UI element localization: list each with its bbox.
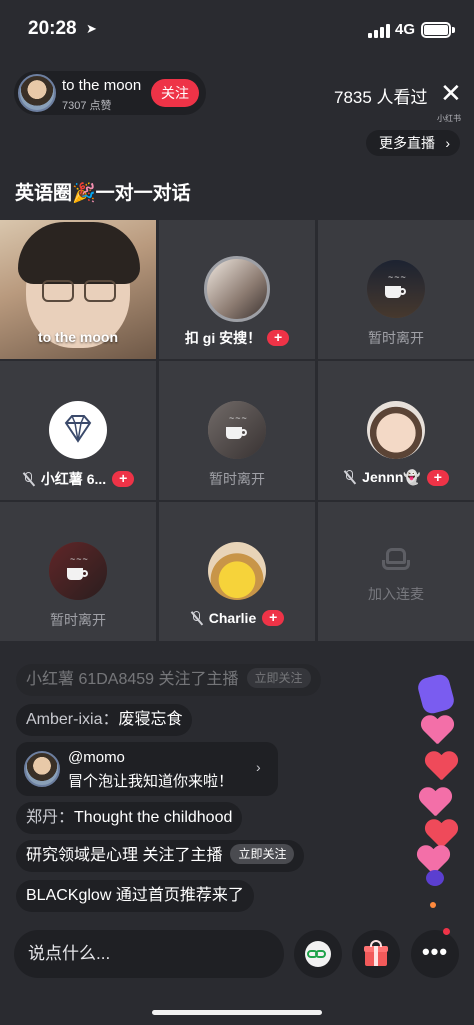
seat-avatar: ~~~ bbox=[49, 542, 107, 600]
link-icon bbox=[305, 941, 331, 967]
seat-host-video[interactable]: to the moon bbox=[0, 220, 156, 359]
coffee-cup-icon: ~~~ bbox=[67, 554, 89, 580]
host-name: to the moon bbox=[62, 77, 142, 94]
sofa-icon bbox=[382, 546, 410, 572]
room-title: 英语圈🎉一对一对话 bbox=[15, 183, 191, 204]
seat-5[interactable]: ~~~ 暂时离开 bbox=[159, 361, 315, 500]
chat-message: BLACKglow 通过首页推荐来了 bbox=[16, 880, 254, 912]
invite-card[interactable]: @momo 冒个泡让我知道你来啦！ › bbox=[16, 742, 278, 796]
chat-username[interactable]: Amber-ixia： bbox=[26, 711, 118, 728]
seat-label: Charlie bbox=[208, 610, 257, 626]
follow-now-chip[interactable]: 立即关注 bbox=[246, 668, 311, 688]
signal-icon bbox=[368, 24, 390, 38]
chat-message: Amber-ixia：废寝忘食 bbox=[16, 704, 193, 736]
seat-8[interactable]: Charlie + bbox=[159, 502, 315, 641]
chat-text: Thought the childhood bbox=[74, 809, 233, 826]
host-likes: 7307 点赞 bbox=[62, 100, 112, 112]
card-title: @momo bbox=[68, 749, 125, 766]
more-live-label: 更多直播 bbox=[379, 135, 435, 151]
seat-7[interactable]: ~~~ 暂时离开 bbox=[0, 502, 156, 641]
host-video-glasses bbox=[42, 280, 118, 304]
host-video-hair bbox=[18, 222, 140, 284]
chevron-right-icon: › bbox=[445, 135, 450, 151]
gift-icon bbox=[364, 940, 388, 966]
seat-avatar bbox=[367, 401, 425, 459]
chat-text: 废寝忘食 bbox=[118, 711, 183, 728]
chat-username[interactable]: 郑丹： bbox=[26, 809, 74, 826]
close-icon[interactable]: ✕ bbox=[440, 80, 462, 106]
chat-message: 郑丹：Thought the childhood bbox=[16, 802, 243, 834]
chat-message: 研究领域是心理 关注了主播 立即关注 bbox=[16, 840, 305, 872]
battery-tip bbox=[452, 27, 455, 33]
seat-2[interactable]: 扣 gi 安搜！ + bbox=[159, 220, 315, 359]
seat-6[interactable]: Jennn👻 + bbox=[318, 361, 474, 500]
sticker-blob-icon bbox=[426, 870, 444, 886]
add-friend-badge[interactable]: + bbox=[262, 610, 285, 626]
seat-avatar bbox=[208, 542, 266, 600]
add-friend-badge[interactable]: + bbox=[426, 469, 449, 486]
comment-input[interactable]: 说点什么... bbox=[14, 930, 284, 978]
coffee-cup-icon: ~~~ bbox=[385, 272, 407, 298]
add-friend-badge[interactable]: + bbox=[112, 471, 135, 487]
follow-now-chip[interactable]: 立即关注 bbox=[230, 844, 295, 864]
seat-avatar: ~~~ bbox=[367, 260, 425, 318]
heart-icon bbox=[420, 716, 454, 746]
seat-label: 小红薯 6... bbox=[40, 471, 107, 487]
gift-button[interactable] bbox=[352, 930, 400, 978]
chat-text: 小红薯 61DA8459 关注了主播 bbox=[26, 671, 239, 688]
network-type: 4G bbox=[395, 21, 416, 38]
seat-label: 暂时离开 bbox=[368, 330, 424, 346]
add-friend-badge[interactable]: + bbox=[267, 330, 290, 346]
more-button[interactable]: ••• bbox=[411, 930, 459, 978]
more-live-button[interactable]: 更多直播 › bbox=[366, 130, 460, 156]
seat-label-row: Charlie + bbox=[159, 610, 315, 626]
hand-sticker-icon bbox=[415, 672, 457, 716]
seat-label: 暂时离开 bbox=[209, 471, 265, 487]
brand-watermark: 小红书 bbox=[437, 114, 461, 123]
floating-reactions bbox=[414, 640, 470, 908]
chat-text: BLACKglow 通过首页推荐来了 bbox=[26, 887, 244, 904]
heart-icon bbox=[418, 788, 452, 818]
host-avatar bbox=[24, 751, 60, 787]
status-time: 20:28 bbox=[28, 18, 77, 39]
seat-label-row: 扣 gi 安搜！ + bbox=[159, 328, 315, 348]
seat-grid: to the moon 扣 gi 安搜！ + ~~~ 暂时离开 小红薯 6...… bbox=[0, 220, 474, 641]
seat-avatar: ~~~ bbox=[208, 401, 266, 459]
mic-off-icon bbox=[343, 470, 356, 485]
status-bar: 20:28 ➤ 4G bbox=[0, 0, 474, 60]
mic-off-icon bbox=[190, 610, 203, 626]
battery-icon bbox=[421, 22, 451, 38]
join-mic-seat[interactable]: 加入连麦 bbox=[318, 502, 474, 641]
join-mic-label: 加入连麦 bbox=[368, 586, 424, 602]
chat-text: 研究领域是心理 关注了主播 bbox=[26, 847, 223, 864]
chat-message: 小红薯 61DA8459 关注了主播 立即关注 bbox=[16, 664, 321, 696]
mic-off-icon bbox=[22, 471, 35, 487]
seat-label-row: 小红薯 6... + bbox=[0, 469, 156, 489]
seat-3[interactable]: ~~~ 暂时离开 bbox=[318, 220, 474, 359]
card-text: 冒个泡让我知道你来啦！ bbox=[68, 773, 234, 790]
seat-label: to the moon bbox=[37, 329, 119, 345]
seat-label: Jennn👻 bbox=[362, 469, 421, 485]
chevron-right-icon: › bbox=[256, 759, 261, 775]
seat-4[interactable]: 小红薯 6... + bbox=[0, 361, 156, 500]
host-avatar[interactable] bbox=[18, 74, 56, 112]
notification-dot bbox=[443, 928, 450, 935]
follow-button[interactable]: 关注 bbox=[151, 79, 199, 107]
viewer-count: 7835 人看过 bbox=[334, 88, 428, 107]
link-button[interactable] bbox=[294, 930, 342, 978]
diamond-icon bbox=[64, 415, 92, 443]
more-dots-icon: ••• bbox=[421, 939, 449, 964]
coffee-cup-icon: ~~~ bbox=[226, 413, 248, 439]
seat-label-row: Jennn👻 + bbox=[318, 469, 474, 486]
home-indicator[interactable] bbox=[152, 1010, 322, 1015]
seat-avatar bbox=[49, 401, 107, 459]
heart-icon bbox=[424, 752, 458, 782]
seat-avatar bbox=[204, 256, 270, 322]
seat-label: 扣 gi 安搜！ bbox=[184, 330, 262, 346]
seat-label: 暂时离开 bbox=[50, 612, 106, 628]
sparkle-icon bbox=[430, 902, 436, 908]
location-arrow-icon: ➤ bbox=[86, 21, 97, 36]
